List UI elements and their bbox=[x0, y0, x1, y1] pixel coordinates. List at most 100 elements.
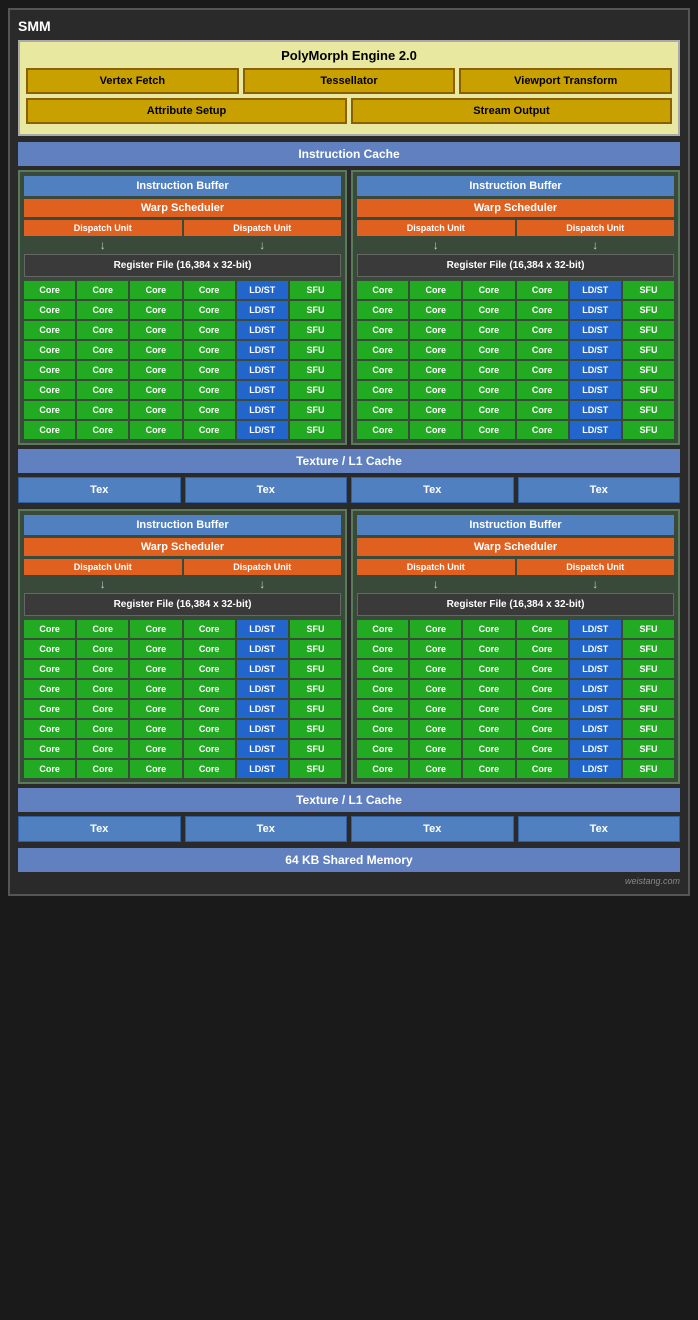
core-row: Core Core Core Core LD/ST SFU bbox=[24, 361, 341, 379]
core-cell: Core bbox=[410, 720, 461, 738]
attribute-setup: Attribute Setup bbox=[26, 98, 347, 124]
core-cell: Core bbox=[357, 680, 408, 698]
ldst-cell: LD/ST bbox=[237, 680, 288, 698]
sfu-cell: SFU bbox=[290, 740, 341, 758]
core-cell: Core bbox=[517, 361, 568, 379]
ws-top-left: Warp Scheduler bbox=[24, 199, 341, 217]
dispatch-unit-br-1: Dispatch Unit bbox=[357, 559, 515, 575]
ldst-cell: LD/ST bbox=[570, 760, 621, 778]
sfu-cell: SFU bbox=[290, 640, 341, 658]
rf-bottom-right: Register File (16,384 x 32-bit) bbox=[357, 593, 674, 616]
core-cell: Core bbox=[130, 740, 181, 758]
ib-bottom-right: Instruction Buffer bbox=[357, 515, 674, 535]
core-cell: Core bbox=[77, 660, 128, 678]
sm-block-bottom: Instruction Buffer Warp Scheduler Dispat… bbox=[18, 509, 680, 784]
core-row: Core Core Core Core LD/ST SFU bbox=[24, 660, 341, 678]
core-cell: Core bbox=[410, 421, 461, 439]
ldst-cell: LD/ST bbox=[237, 341, 288, 359]
arrow-br-1: ↓ bbox=[357, 577, 515, 591]
core-cell: Core bbox=[357, 281, 408, 299]
core-cell: Core bbox=[357, 401, 408, 419]
core-cell: Core bbox=[77, 341, 128, 359]
sfu-cell: SFU bbox=[290, 341, 341, 359]
core-cell: Core bbox=[357, 321, 408, 339]
smm-title: SMM bbox=[18, 18, 680, 34]
arrows-tl: ↓ ↓ bbox=[24, 238, 341, 252]
core-cell: Core bbox=[517, 381, 568, 399]
stream-output: Stream Output bbox=[351, 98, 672, 124]
sfu-cell: SFU bbox=[623, 381, 674, 399]
core-cell: Core bbox=[24, 680, 75, 698]
core-cell: Core bbox=[184, 321, 235, 339]
tex-bottom-4: Tex bbox=[518, 816, 681, 842]
core-row: Core Core Core Core LD/ST SFU bbox=[357, 660, 674, 678]
core-grid-top-right: Core Core Core Core LD/ST SFU Core Core … bbox=[357, 281, 674, 439]
sfu-cell: SFU bbox=[623, 660, 674, 678]
sfu-cell: SFU bbox=[290, 281, 341, 299]
core-row: Core Core Core Core LD/ST SFU bbox=[24, 281, 341, 299]
core-cell: Core bbox=[130, 321, 181, 339]
core-cell: Core bbox=[130, 660, 181, 678]
ldst-cell: LD/ST bbox=[570, 281, 621, 299]
arrow-tr-1: ↓ bbox=[357, 238, 515, 252]
dispatch-row-bottom-right: Dispatch Unit Dispatch Unit bbox=[357, 559, 674, 575]
core-row: Core Core Core Core LD/ST SFU bbox=[24, 740, 341, 758]
ldst-cell: LD/ST bbox=[237, 660, 288, 678]
ldst-cell: LD/ST bbox=[237, 421, 288, 439]
core-cell: Core bbox=[517, 640, 568, 658]
core-cell: Core bbox=[184, 720, 235, 738]
sfu-cell: SFU bbox=[623, 281, 674, 299]
core-cell: Core bbox=[77, 281, 128, 299]
core-cell: Core bbox=[517, 620, 568, 638]
core-cell: Core bbox=[24, 660, 75, 678]
core-cell: Core bbox=[463, 321, 514, 339]
core-cell: Core bbox=[517, 720, 568, 738]
core-cell: Core bbox=[410, 700, 461, 718]
core-cell: Core bbox=[410, 740, 461, 758]
core-cell: Core bbox=[357, 640, 408, 658]
core-cell: Core bbox=[184, 341, 235, 359]
sfu-cell: SFU bbox=[623, 401, 674, 419]
core-cell: Core bbox=[77, 421, 128, 439]
core-row: Core Core Core Core LD/ST SFU bbox=[24, 341, 341, 359]
core-cell: Core bbox=[463, 760, 514, 778]
core-row: Core Core Core Core LD/ST SFU bbox=[357, 640, 674, 658]
core-cell: Core bbox=[517, 341, 568, 359]
ldst-cell: LD/ST bbox=[237, 281, 288, 299]
core-cell: Core bbox=[517, 281, 568, 299]
sfu-cell: SFU bbox=[290, 720, 341, 738]
core-cell: Core bbox=[517, 660, 568, 678]
core-cell: Core bbox=[463, 281, 514, 299]
core-cell: Core bbox=[410, 401, 461, 419]
rf-top-left: Register File (16,384 x 32-bit) bbox=[24, 254, 341, 277]
core-cell: Core bbox=[357, 381, 408, 399]
core-cell: Core bbox=[517, 321, 568, 339]
ib-top-right: Instruction Buffer bbox=[357, 176, 674, 196]
sfu-cell: SFU bbox=[290, 620, 341, 638]
core-cell: Core bbox=[357, 740, 408, 758]
core-cell: Core bbox=[463, 381, 514, 399]
core-cell: Core bbox=[130, 680, 181, 698]
ldst-cell: LD/ST bbox=[570, 321, 621, 339]
arrows-br: ↓ ↓ bbox=[357, 577, 674, 591]
core-cell: Core bbox=[357, 301, 408, 319]
core-cell: Core bbox=[77, 700, 128, 718]
core-cell: Core bbox=[517, 760, 568, 778]
ldst-cell: LD/ST bbox=[570, 700, 621, 718]
core-row: Core Core Core Core LD/ST SFU bbox=[24, 680, 341, 698]
core-row: Core Core Core Core LD/ST SFU bbox=[24, 760, 341, 778]
core-cell: Core bbox=[77, 321, 128, 339]
tessellator: Tessellator bbox=[243, 68, 456, 94]
shared-memory: 64 KB Shared Memory bbox=[18, 848, 680, 872]
sfu-cell: SFU bbox=[623, 421, 674, 439]
ldst-cell: LD/ST bbox=[237, 321, 288, 339]
core-cell: Core bbox=[24, 301, 75, 319]
core-cell: Core bbox=[184, 620, 235, 638]
core-cell: Core bbox=[410, 760, 461, 778]
dispatch-unit-bl-1: Dispatch Unit bbox=[24, 559, 182, 575]
core-row: Core Core Core Core LD/ST SFU bbox=[357, 401, 674, 419]
core-row: Core Core Core Core LD/ST SFU bbox=[24, 620, 341, 638]
sfu-cell: SFU bbox=[290, 361, 341, 379]
core-cell: Core bbox=[357, 700, 408, 718]
core-cell: Core bbox=[463, 421, 514, 439]
